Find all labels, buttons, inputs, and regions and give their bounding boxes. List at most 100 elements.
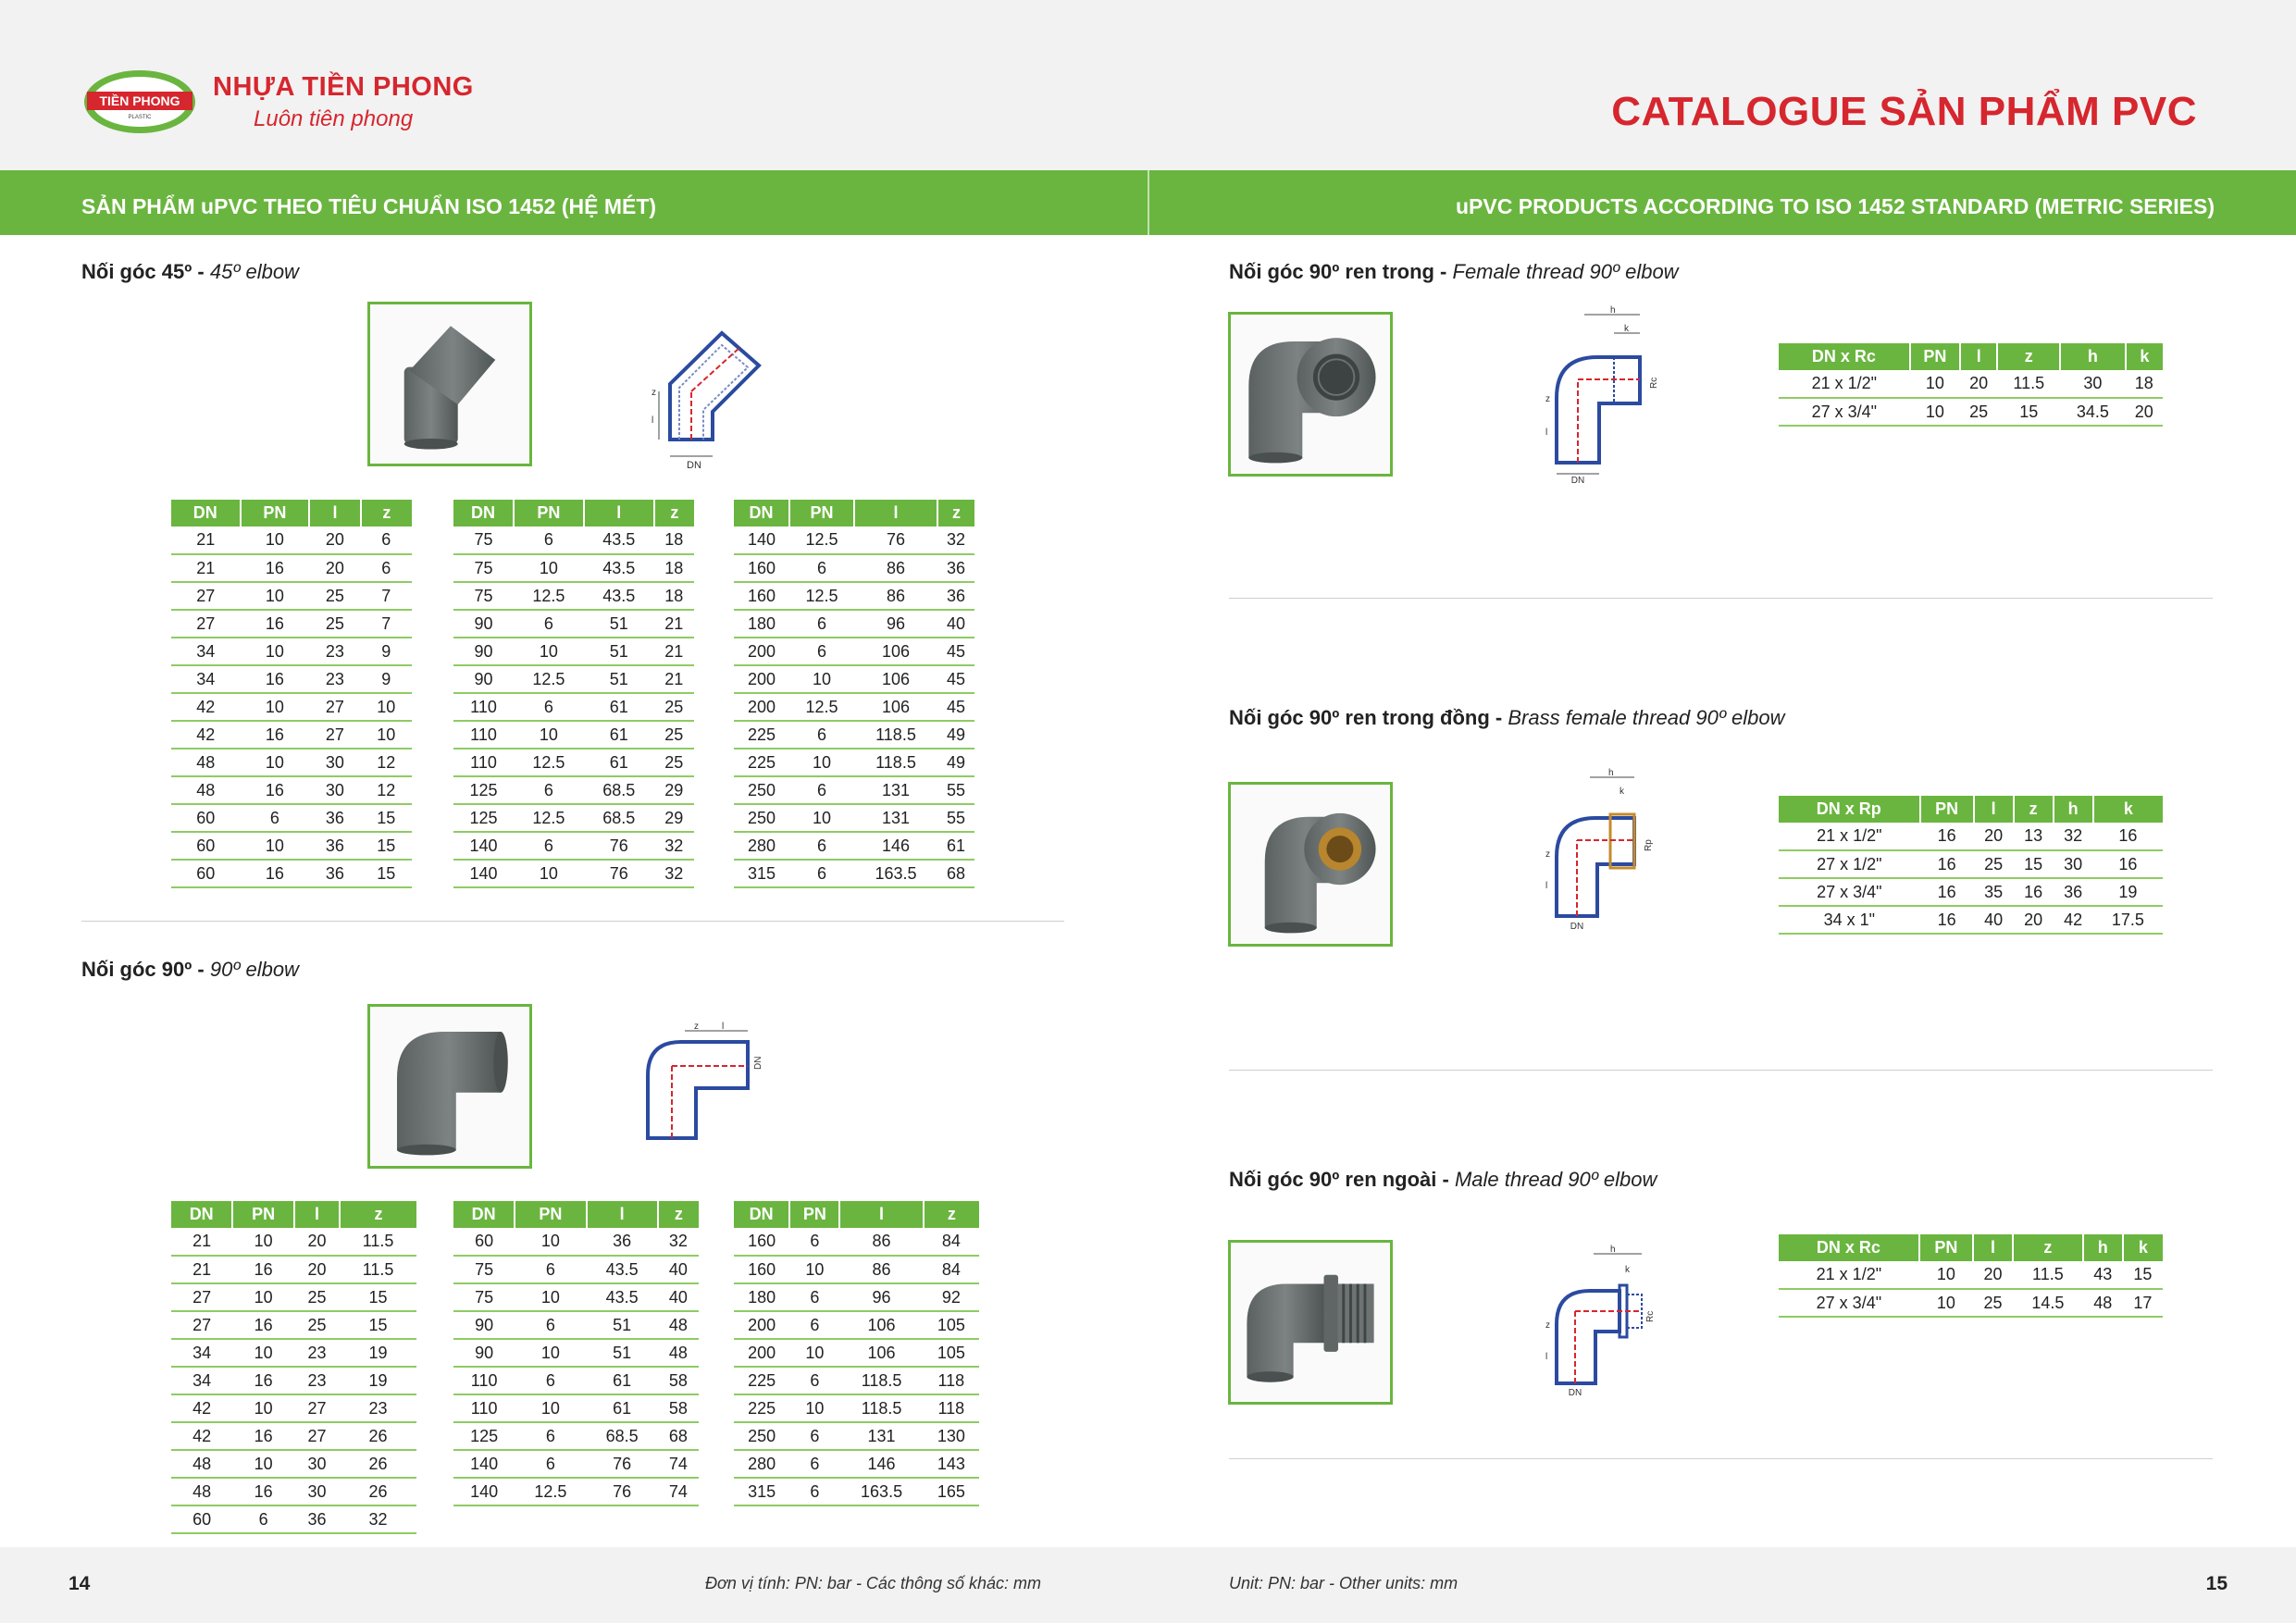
table-cell: 200 (734, 665, 789, 694)
brass-thread-drawing: h k Rp z l DN (1518, 768, 1666, 935)
table-cell: 75 (453, 582, 514, 611)
table-cell: 106 (839, 1339, 924, 1368)
table-cell: 68 (937, 860, 974, 888)
table-cell: 25 (1960, 398, 1998, 427)
dim-l-90: l (722, 1022, 724, 1032)
table-cell: 6 (514, 610, 584, 638)
table-row: 27 x 1/2" 16 25 15 30 16 (1779, 850, 2163, 879)
table-cell: 20 (1960, 370, 1998, 399)
table-cell: 43.5 (583, 554, 654, 583)
page-divider (1148, 170, 1149, 235)
table-cell: 61 (937, 832, 974, 861)
table-cell: 6 (514, 527, 584, 555)
table-cell: 16 (240, 860, 310, 888)
table-cell: 146 (854, 832, 937, 861)
table-row: 90 10 51 21 (453, 638, 694, 666)
table-cell: 25 (309, 610, 361, 638)
table-cell: 34 (171, 638, 241, 666)
table-cell: 45 (937, 693, 974, 722)
column-header: h (2053, 796, 2094, 823)
table-row: 75 6 43.5 18 (453, 527, 694, 555)
table-cell: 32 (653, 832, 694, 861)
table-row: 60 16 36 15 (171, 860, 412, 888)
table-cell: 18 (2125, 370, 2163, 399)
table-row: 200 12.5 106 45 (734, 693, 974, 722)
table-cell: 20 (309, 554, 361, 583)
table-header-row: DN x Rp PN l z h k (1779, 796, 2163, 823)
table-cell: 10 (240, 832, 310, 861)
page-number-left: 14 (68, 1573, 91, 1594)
table-cell: 110 (453, 693, 514, 722)
table-cell: 25 (653, 749, 694, 777)
table-cell: 19 (340, 1339, 416, 1368)
table-cell: 6 (789, 1478, 840, 1506)
table-cell: 90 (453, 1339, 515, 1368)
table-cell: 90 (453, 638, 514, 666)
column-header: l (309, 500, 362, 527)
table-cell: 23 (293, 1367, 341, 1395)
table-row: 110 6 61 58 (453, 1367, 699, 1395)
elbow45-photo (367, 302, 532, 466)
table-cell: 315 (734, 1478, 790, 1506)
table-row: 315 6 163.5 165 (734, 1478, 979, 1506)
table-cell: 23 (340, 1394, 416, 1423)
column-header: z (2013, 796, 2054, 823)
brand-block: NHỰA TIỀN PHONG Luôn tiên phong (213, 72, 474, 132)
column-header: z (2013, 1234, 2084, 1261)
table-cell: 10 (240, 527, 310, 555)
table-cell: 6 (789, 776, 854, 805)
table-row: 160 6 86 36 (734, 554, 974, 583)
column-header: DN (453, 1201, 516, 1228)
male-thread-title-en: Male thread 90º elbow (1454, 1168, 1657, 1191)
table-cell: 30 (293, 1450, 341, 1479)
table-cell: 12.5 (514, 804, 584, 833)
table-row: 34 16 23 9 (171, 665, 412, 694)
logo-text: TIỀN PHONG (99, 93, 180, 108)
column-header: z (340, 1201, 416, 1228)
table-cell: 12.5 (789, 582, 854, 611)
table-row: 90 6 51 48 (453, 1311, 699, 1340)
table-row: 42 10 27 23 (171, 1394, 416, 1423)
table-cell: 180 (734, 610, 789, 638)
table-cell: 165 (923, 1478, 979, 1506)
table-cell: 40 (937, 610, 974, 638)
table-cell: 9 (360, 638, 412, 666)
table-cell: 110 (453, 749, 514, 777)
column-header: l (1973, 796, 2015, 823)
brass-thread-photo (1228, 782, 1393, 947)
table-cell: 43.5 (586, 1256, 658, 1284)
column-header: DN (734, 1201, 791, 1228)
table-cell: 51 (586, 1339, 658, 1368)
dim-z-ft: z (1545, 394, 1550, 404)
table-cell: 20 (293, 1228, 341, 1257)
table-cell: 25 (309, 582, 361, 611)
table-cell: 76 (586, 1478, 658, 1506)
table-cell: 20 (1972, 1261, 2014, 1290)
table-cell: 48 (657, 1339, 699, 1368)
column-header: DN x Rp (1779, 796, 1921, 823)
table-cell: 27 (171, 1283, 233, 1312)
table-cell: 84 (923, 1256, 979, 1284)
table-cell: 42 (171, 693, 241, 722)
table-row: 200 6 106 105 (734, 1311, 979, 1340)
table-cell: 68.5 (586, 1422, 658, 1451)
table-cell: 250 (734, 1422, 790, 1451)
dim-rp: Rp (1644, 839, 1654, 851)
table-cell: 105 (923, 1311, 979, 1340)
table-cell: 6 (515, 1256, 587, 1284)
brand-logo: TIỀN PHONG PLASTIC (81, 67, 198, 137)
column-header: z (1997, 343, 2062, 370)
elbow45-drawing: z l DN (639, 319, 777, 472)
table-cell: 10 (232, 1394, 294, 1423)
elbow90-table-1: DN PN l z 21 10 20 11.5 21 16 20 11.5 27 10 25 15 27 16 25… (171, 1201, 416, 1534)
table-cell: 75 (453, 1256, 515, 1284)
table-cell: 6 (789, 1311, 840, 1340)
column-header: z (657, 1201, 699, 1228)
table-cell: 7 (360, 610, 412, 638)
female-thread-title: Nối góc 90º ren trong - Female thread 90… (1229, 260, 1679, 284)
separator (1229, 598, 2213, 599)
table-cell: 21 x 1/2" (1779, 370, 1910, 399)
table-cell: 6 (240, 804, 310, 833)
table-row: 34 10 23 19 (171, 1339, 416, 1368)
column-header: l (854, 500, 938, 527)
